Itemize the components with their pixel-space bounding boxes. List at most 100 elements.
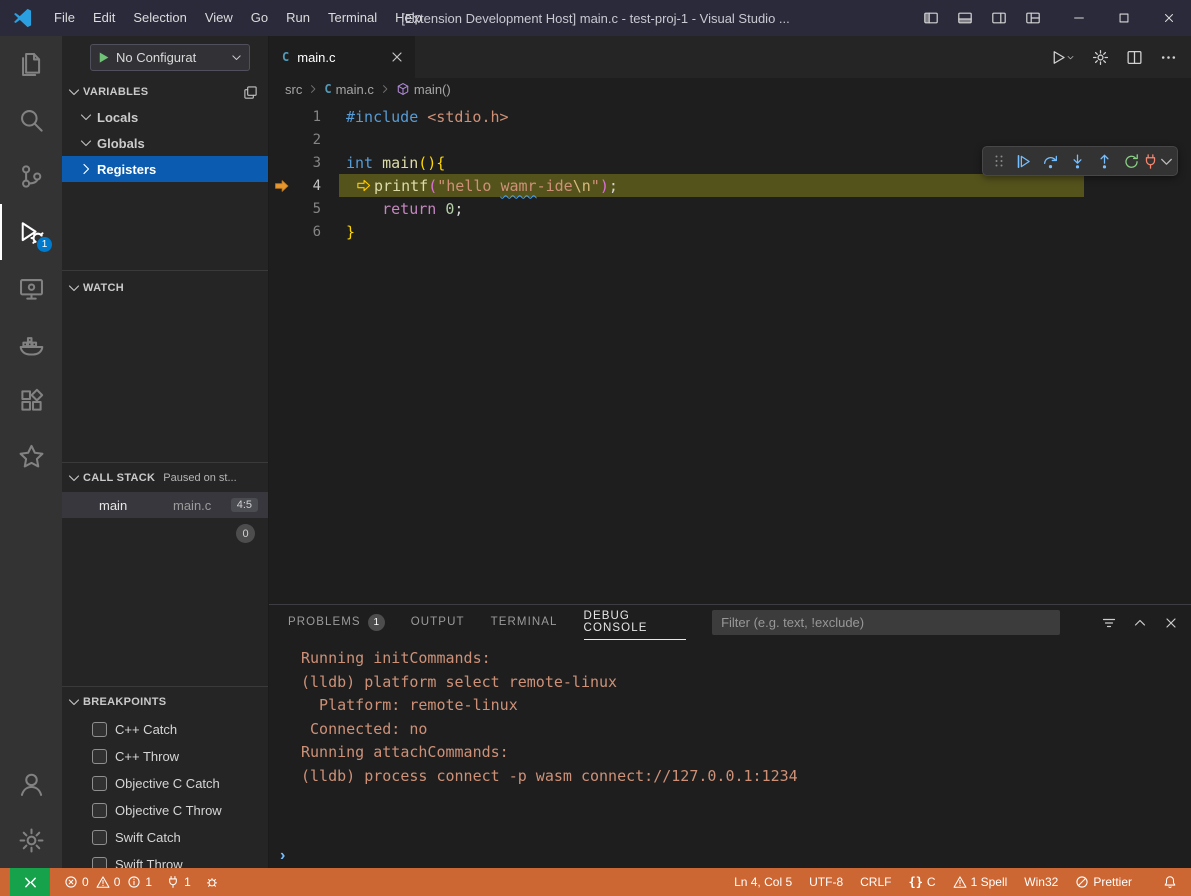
tab-main-c[interactable]: C main.c	[269, 36, 415, 78]
disconnect-button[interactable]	[1145, 148, 1172, 175]
layout-sidebar-button[interactable]	[918, 5, 944, 31]
variables-row-registers[interactable]: Registers	[62, 156, 268, 182]
language-mode[interactable]: {}C	[908, 875, 935, 889]
remote-indicator[interactable]	[10, 868, 50, 896]
breakpoint-checkbox[interactable]	[92, 749, 107, 764]
restart-button[interactable]	[1118, 148, 1145, 175]
breadcrumb-item-main-c[interactable]: Cmain.c	[322, 82, 376, 97]
debug-console-output[interactable]: Running initCommands:(lldb) platform sel…	[269, 640, 1191, 844]
editor-tab-bar: C main.c	[269, 36, 1191, 78]
panel-header: PROBLEMS 1 OUTPUT TERMINAL DEBUG CONSOLE	[269, 605, 1191, 640]
panel-tab-problems[interactable]: PROBLEMS 1	[288, 605, 385, 640]
encoding-indicator[interactable]: UTF-8	[809, 875, 843, 889]
notifications-bell[interactable]	[1163, 875, 1177, 889]
console-output-line: Connected: no	[301, 718, 1191, 742]
panel-tab-output[interactable]: OUTPUT	[411, 605, 465, 640]
window-maximize-button[interactable]	[1101, 0, 1146, 36]
breakpoint-swift-throw[interactable]: Swift Throw	[62, 851, 268, 868]
breakpoint-objective-c-throw[interactable]: Objective C Throw	[62, 797, 268, 824]
menu-view[interactable]: View	[196, 0, 242, 36]
breakpoint-checkbox[interactable]	[92, 776, 107, 791]
ports-status[interactable]: 1	[166, 875, 191, 889]
debug-config-label: No Configurat	[116, 50, 225, 65]
breakpoint-swift-catch[interactable]: Swift Catch	[62, 824, 268, 851]
close-tab-icon[interactable]	[389, 49, 405, 65]
problems-status[interactable]: 001	[64, 875, 152, 889]
panel-tab-label: DEBUG CONSOLE	[584, 610, 687, 634]
panel-tab-terminal[interactable]: TERMINAL	[491, 605, 558, 640]
activity-bar-item-star[interactable]	[0, 428, 62, 484]
more-actions-button[interactable]	[1160, 49, 1177, 66]
activity-bar-item-docker[interactable]	[0, 316, 62, 372]
variables-row-locals[interactable]: Locals	[62, 104, 268, 130]
layout-panel-button[interactable]	[952, 5, 978, 31]
menu-run[interactable]: Run	[277, 0, 319, 36]
callstack-section-header[interactable]: CALL STACK Paused on st...	[62, 466, 268, 490]
run-file-button[interactable]	[1050, 49, 1075, 66]
copy-icon[interactable]	[243, 85, 258, 100]
problems-count-badge: 1	[368, 614, 385, 631]
debug-status-item[interactable]	[205, 875, 219, 889]
menu-selection[interactable]: Selection	[124, 0, 195, 36]
code-line-6[interactable]: 6}	[269, 220, 1191, 243]
cursor-position[interactable]: Ln 4, Col 5	[734, 875, 792, 889]
continue-button[interactable]	[1010, 148, 1037, 175]
step-into-button[interactable]	[1064, 148, 1091, 175]
step-out-button[interactable]	[1091, 148, 1118, 175]
prettier-status[interactable]: Prettier	[1075, 875, 1132, 889]
variables-section-header[interactable]: VARIABLES	[62, 80, 268, 104]
split-editor-button[interactable]	[1126, 49, 1143, 66]
panel-tab-debug-console[interactable]: DEBUG CONSOLE	[584, 605, 687, 640]
activity-bar-item-search[interactable]	[0, 92, 62, 148]
code-line-5[interactable]: 5 return 0;	[269, 197, 1191, 220]
explorer-icon	[18, 51, 45, 78]
activity-bar-item-remote-explorer[interactable]	[0, 260, 62, 316]
breakpoint-checkbox[interactable]	[92, 857, 107, 868]
layout-secondary-button[interactable]	[986, 5, 1012, 31]
window-minimize-button[interactable]	[1056, 0, 1101, 36]
breakpoint-checkbox[interactable]	[92, 830, 107, 845]
menu-edit[interactable]: Edit	[84, 0, 124, 36]
activity-bar-item-explorer[interactable]	[0, 36, 62, 92]
activity-bar-item-accounts[interactable]	[0, 756, 62, 812]
console-prompt[interactable]: ›	[269, 844, 1191, 868]
activity-bar-item-extensions[interactable]	[0, 372, 62, 428]
menu-go[interactable]: Go	[242, 0, 277, 36]
debug-start-icon[interactable]	[96, 50, 111, 65]
breadcrumb-item-main[interactable]: main()	[394, 82, 453, 97]
drag-handle-icon[interactable]	[991, 153, 1007, 169]
eol-indicator[interactable]: CRLF	[860, 875, 891, 889]
activity-bar-item-run-and-debug[interactable]: 1	[0, 204, 62, 260]
chevron-down-icon	[78, 109, 94, 125]
breakpoints-section-header[interactable]: BREAKPOINTS	[62, 690, 268, 714]
breakpoint-checkbox[interactable]	[92, 722, 107, 737]
maximize-panel-icon[interactable]	[1132, 615, 1148, 631]
platform-indicator[interactable]: Win32	[1024, 875, 1058, 889]
layout-customize-button[interactable]	[1020, 5, 1046, 31]
breakpoint-c-throw[interactable]: C++ Throw	[62, 743, 268, 770]
callstack-frame-row[interactable]: main main.c 4:5	[62, 492, 268, 518]
breakpoint-checkbox[interactable]	[92, 803, 107, 818]
variables-row-globals[interactable]: Globals	[62, 130, 268, 156]
code-line-1[interactable]: 1#include <stdio.h>	[269, 105, 1191, 128]
spell-checker-status[interactable]: 1 Spell	[953, 875, 1008, 889]
close-panel-icon[interactable]	[1163, 615, 1179, 631]
breakpoint-c-catch[interactable]: C++ Catch	[62, 716, 268, 743]
code-line-4[interactable]: 4 printf("hello wamr-ide\n");	[269, 174, 1191, 197]
watch-section-header[interactable]: WATCH	[62, 276, 268, 300]
settings-gear-button[interactable]	[1092, 49, 1109, 66]
menu-file[interactable]: File	[45, 0, 84, 36]
breakpoint-objective-c-catch[interactable]: Objective C Catch	[62, 770, 268, 797]
window-close-button[interactable]	[1146, 0, 1191, 36]
menu-terminal[interactable]: Terminal	[319, 0, 386, 36]
step-over-button[interactable]	[1037, 148, 1064, 175]
activity-bar-item-source-control[interactable]	[0, 148, 62, 204]
breakpoint-gutter[interactable]	[269, 178, 295, 194]
panel-tab-label: PROBLEMS	[288, 616, 361, 628]
console-filter-input[interactable]	[712, 610, 1060, 635]
debug-config-dropdown[interactable]: No Configurat	[90, 44, 250, 71]
filter-icon[interactable]	[1101, 615, 1117, 631]
activity-bar-item-settings[interactable]	[0, 812, 62, 868]
breadcrumb-item-src[interactable]: src	[283, 82, 304, 97]
line-number: 5	[295, 201, 321, 217]
